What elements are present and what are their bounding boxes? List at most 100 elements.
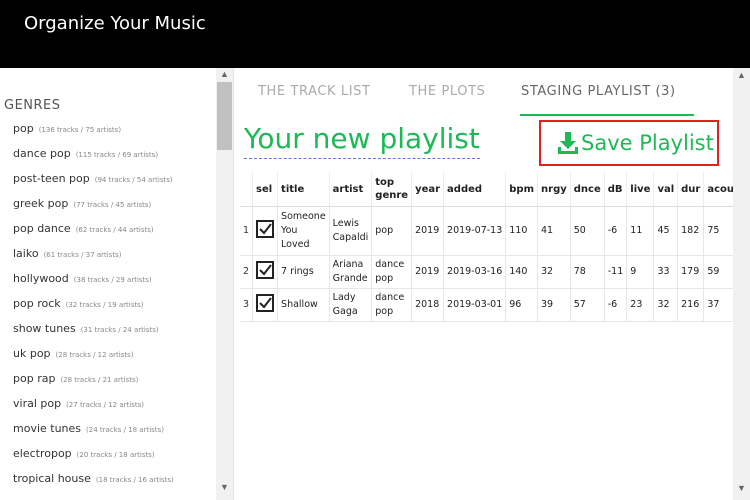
scroll-down-icon[interactable]: ▼	[220, 482, 229, 492]
dur-cell: 216	[677, 288, 705, 322]
tab-track-list[interactable]: THE TRACK LIST	[258, 84, 371, 99]
val-cell: 33	[653, 255, 679, 289]
genre-count: (20 tracks / 18 artists)	[76, 451, 155, 459]
column-header[interactable]: year	[411, 172, 445, 207]
db-cell: -11	[604, 255, 628, 289]
acou-cell: 59	[703, 255, 733, 289]
select-checkbox[interactable]	[256, 219, 275, 238]
column-header[interactable]: added	[443, 172, 507, 207]
genre-count: (94 tracks / 54 artists)	[94, 176, 173, 184]
genre-item[interactable]: tropical house (18 tracks / 16 artists)	[13, 471, 174, 496]
column-header[interactable]: nrgy	[537, 172, 571, 207]
genre-item[interactable]: post-teen pop (94 tracks / 54 artists)	[13, 171, 174, 196]
genre-item[interactable]: movie tunes (24 tracks / 18 artists)	[13, 421, 174, 446]
artist-cell: Lewis Capaldi	[329, 206, 373, 256]
main-panel: THE TRACK LIST THE PLOTS STAGING PLAYLIS…	[236, 68, 750, 500]
title-cell: 7 rings	[277, 255, 330, 289]
playlist-table: sel title artist top genre year added bp…	[240, 172, 733, 332]
column-header[interactable]: dnce	[570, 172, 605, 207]
dnce-cell: 57	[570, 288, 605, 322]
sidebar-scroll-thumb[interactable]	[217, 82, 232, 150]
year-cell: 2019	[411, 206, 445, 256]
live-cell: 23	[626, 288, 655, 322]
dur-cell: 182	[677, 206, 705, 256]
genre-item[interactable]: dance pop (115 tracks / 69 artists)	[13, 146, 174, 171]
genre-item[interactable]: electropop (20 tracks / 18 artists)	[13, 446, 174, 471]
genre-item[interactable]: hollywood (38 tracks / 29 artists)	[13, 271, 174, 296]
table-header-row: sel title artist top genre year added bp…	[240, 172, 733, 207]
dnce-cell: 50	[570, 206, 605, 256]
column-header[interactable]: dur	[677, 172, 705, 207]
genre-item[interactable]: uk pop (28 tracks / 12 artists)	[13, 346, 174, 371]
column-header[interactable]: top genre	[371, 172, 413, 207]
genre-cell: pop	[371, 206, 413, 256]
genre-label: pop rap	[13, 372, 56, 385]
select-cell	[252, 206, 279, 256]
column-header-index	[240, 172, 254, 207]
sidebar-scrollbar[interactable]: ▲ ▼	[216, 68, 233, 500]
checkmark-icon	[259, 263, 272, 276]
scroll-up-icon[interactable]: ▲	[220, 69, 229, 79]
genre-item[interactable]: pop rock (32 tracks / 19 artists)	[13, 296, 174, 321]
column-header[interactable]: live	[626, 172, 655, 207]
nrgy-cell: 41	[537, 206, 571, 256]
column-header[interactable]: title	[277, 172, 330, 207]
genre-count: (77 tracks / 45 artists)	[73, 201, 152, 209]
column-header[interactable]: bpm	[505, 172, 539, 207]
tab-plots[interactable]: THE PLOTS	[409, 84, 486, 99]
genre-item[interactable]: show tunes (31 tracks / 24 artists)	[13, 321, 174, 346]
genre-label: movie tunes	[13, 422, 82, 435]
genre-item[interactable]: laiko (61 tracks / 37 artists)	[13, 246, 174, 271]
val-cell: 45	[653, 206, 679, 256]
dur-cell: 179	[677, 255, 705, 289]
genre-label: post-teen pop	[13, 172, 90, 185]
genre-label: pop dance	[13, 222, 71, 235]
app-title: Organize Your Music	[24, 13, 206, 34]
genre-label: pop	[13, 122, 34, 135]
select-checkbox[interactable]	[256, 293, 275, 312]
genre-item[interactable]: pop (136 tracks / 75 artists)	[13, 121, 174, 146]
select-checkbox[interactable]	[256, 260, 275, 279]
column-header[interactable]: artist	[329, 172, 373, 207]
save-playlist-button[interactable]: Save Playlist	[539, 120, 719, 166]
nrgy-cell: 32	[537, 255, 571, 289]
scroll-down-icon[interactable]: ▼	[737, 483, 746, 493]
tab-staging-playlist[interactable]: STAGING PLAYLIST (3)	[521, 84, 676, 99]
main-scrollbar[interactable]: ▲ ▼	[733, 68, 750, 500]
select-cell	[252, 255, 279, 289]
column-header[interactable]: val	[653, 172, 679, 207]
genre-cell: dance pop	[371, 288, 413, 322]
genre-count: (18 tracks / 16 artists)	[95, 476, 174, 484]
genre-item[interactable]: pop rap (28 tracks / 21 artists)	[13, 371, 174, 396]
genre-label: laiko	[13, 247, 39, 260]
bpm-cell: 140	[505, 255, 539, 289]
column-header[interactable]: acou	[703, 172, 733, 207]
added-cell: 2019-03-01	[443, 288, 507, 322]
table-row: 3 Shallow Lady Gaga dance pop 2018 2019-…	[240, 288, 733, 322]
genre-item[interactable]: pop dance (62 tracks / 44 artists)	[13, 221, 174, 246]
table-row: 2 7 rings Ariana Grande dance pop 2019 2…	[240, 255, 733, 289]
genre-item[interactable]: viral pop (27 tracks / 12 artists)	[13, 396, 174, 421]
genre-count: (27 tracks / 12 artists)	[66, 401, 144, 409]
checkmark-icon	[259, 222, 272, 235]
added-cell: 2019-03-16	[443, 255, 507, 289]
row-number: 1	[240, 206, 254, 256]
genre-label: greek pop	[13, 197, 69, 210]
db-cell: -6	[604, 288, 628, 322]
select-cell	[252, 288, 279, 322]
genre-item[interactable]: greek pop (77 tracks / 45 artists)	[13, 196, 174, 221]
genre-count: (32 tracks / 19 artists)	[65, 301, 144, 309]
bpm-cell: 110	[505, 206, 539, 256]
row-number: 3	[240, 288, 254, 322]
genre-cell: dance pop	[371, 255, 413, 289]
scroll-up-icon[interactable]: ▲	[737, 70, 746, 80]
checkmark-icon	[259, 296, 272, 309]
playlist-title[interactable]: Your new playlist	[244, 121, 480, 159]
genre-count: (115 tracks / 69 artists)	[75, 151, 159, 159]
live-cell: 9	[626, 255, 655, 289]
genre-label: dance pop	[13, 147, 71, 160]
column-header[interactable]: dB	[604, 172, 628, 207]
genre-label: pop rock	[13, 297, 61, 310]
nrgy-cell: 39	[537, 288, 571, 322]
column-header[interactable]: sel	[252, 172, 279, 207]
